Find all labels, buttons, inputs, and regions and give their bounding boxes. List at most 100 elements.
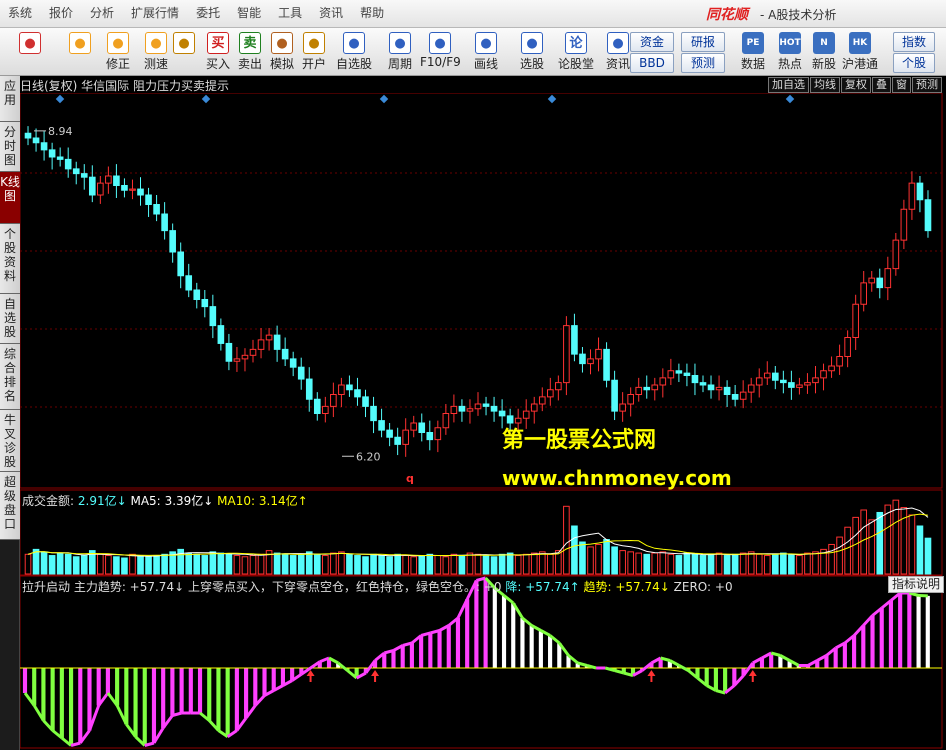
volume-bar: [659, 551, 667, 575]
volume-bar: [273, 552, 281, 575]
candle-body: [48, 149, 56, 158]
candle-body: [161, 213, 168, 232]
ma10-label: MA10:: [217, 494, 256, 508]
research-button[interactable]: 研报: [681, 32, 725, 52]
ma-button[interactable]: 均线: [810, 77, 840, 93]
volume-bar: [514, 555, 522, 575]
bbd-button[interactable]: BBD: [630, 53, 674, 73]
side-tab-2[interactable]: K线图: [0, 172, 20, 224]
toolbar-button-7[interactable]: ● 模拟: [266, 30, 298, 74]
candle-body: [193, 289, 201, 300]
index-button[interactable]: 指数: [893, 32, 935, 52]
toolbar-right-button-2[interactable]: N 新股: [806, 30, 842, 74]
menu-item[interactable]: 委托: [196, 0, 220, 26]
candle-body: [209, 306, 217, 327]
volume-bar: [739, 552, 747, 575]
side-tab-6[interactable]: 牛叉诊股: [0, 410, 20, 472]
adjust-button[interactable]: 复权: [841, 77, 871, 93]
predict-button[interactable]: 预测: [912, 77, 942, 93]
candle-body: [97, 182, 104, 196]
toolbar-button-12[interactable]: ● 画线: [466, 30, 506, 74]
side-tab-1[interactable]: 分时图: [0, 122, 20, 172]
candle-body: [289, 358, 297, 368]
toolbar-right-button-1[interactable]: HOT 热点: [772, 30, 808, 74]
menu-item[interactable]: 系统: [8, 0, 32, 26]
menu-item[interactable]: 扩展行情: [131, 0, 179, 26]
menu-item[interactable]: 工具: [278, 0, 302, 26]
toolbar-button-label: 卖出: [237, 57, 262, 71]
volume-bar: [161, 553, 168, 575]
toolbar-button-label: F10/F9: [420, 55, 461, 69]
candle-body: [490, 405, 498, 412]
stock-chart[interactable]: 8.94 6.20 q: [20, 93, 946, 750]
volume-bar: [322, 555, 329, 575]
volume-bar: [571, 525, 578, 575]
toolbar-button-6[interactable]: 卖卖出: [234, 30, 266, 74]
side-tab-0[interactable]: 应用: [0, 76, 20, 122]
toolbar-button-0[interactable]: ●: [14, 30, 46, 74]
stock-button[interactable]: 个股: [893, 53, 935, 73]
candle-body: [579, 353, 586, 365]
toolbar-button-8[interactable]: ● 开户: [298, 30, 330, 74]
volume-bar: [297, 553, 305, 575]
side-tab-4[interactable]: 自选股: [0, 294, 20, 344]
buy-icon: 买: [207, 32, 229, 54]
menu-item[interactable]: 分析: [90, 0, 114, 26]
low-label: 6.20: [356, 450, 381, 463]
menu-item[interactable]: 智能: [237, 0, 261, 26]
toolbar-button-10[interactable]: ● 周期: [380, 30, 420, 74]
side-tab-7[interactable]: 超级盘口: [0, 472, 20, 540]
toolbar-button-5[interactable]: 买买入: [202, 30, 234, 74]
forum-icon: 论: [565, 32, 587, 54]
volume-bar: [924, 537, 932, 575]
candle-body: [892, 239, 900, 270]
candle-body: [530, 403, 538, 412]
candle-body: [812, 377, 819, 384]
candle-body: [522, 410, 530, 419]
toolbar-button-14[interactable]: 论论股堂: [556, 30, 596, 74]
lock-icon: ●: [303, 32, 325, 54]
volume-bar: [410, 556, 418, 575]
menu-item[interactable]: 帮助: [360, 0, 384, 26]
toolbar-button-label: 画线: [473, 57, 498, 71]
volume-bar: [289, 555, 297, 575]
toolbar-right-label: 数据: [740, 57, 765, 71]
volume-bar: [563, 505, 570, 575]
toolbar-button-9[interactable]: ● 自选股: [334, 30, 374, 74]
candle-body: [225, 342, 233, 362]
candle-body: [402, 429, 409, 445]
volume-bar: [64, 553, 72, 575]
candle-body: [731, 394, 739, 400]
toolbar-button-11[interactable]: ● F10/F9: [420, 30, 461, 74]
volume-bar: [418, 555, 426, 575]
menu-item[interactable]: 报价: [49, 0, 73, 26]
volume-bar: [587, 546, 594, 575]
volume-bar: [354, 555, 361, 575]
candle-body: [747, 384, 755, 393]
window-button[interactable]: 窗: [892, 77, 911, 93]
candle-body: [836, 356, 843, 367]
overlay-button[interactable]: 叠: [872, 77, 891, 93]
side-tab-5[interactable]: 综合排名: [0, 344, 20, 410]
volume-bar: [434, 555, 442, 575]
toolbar-button-1[interactable]: ●: [64, 30, 96, 74]
toolbar-button-4[interactable]: ●: [168, 30, 200, 74]
candle-body: [474, 403, 482, 410]
candle-body: [908, 182, 916, 210]
volume-bar: [579, 541, 586, 575]
candle-body: [281, 348, 289, 360]
toolbar-right-button-3[interactable]: HK 沪港通: [842, 30, 878, 74]
candle-body: [185, 275, 193, 291]
add-favorite-button[interactable]: 加自选: [768, 77, 809, 93]
side-tab-3[interactable]: 个股资料: [0, 224, 20, 294]
candle-body: [217, 325, 225, 344]
toolbar-button-2[interactable]: ● 修正: [102, 30, 134, 74]
menu-item[interactable]: 资讯: [319, 0, 343, 26]
indicator-help-button[interactable]: 指标说明: [887, 576, 944, 593]
capital-button[interactable]: 资金: [630, 32, 674, 52]
volume-bar: [538, 551, 546, 575]
toolbar-right-button-0[interactable]: PE 数据: [735, 30, 771, 74]
toolbar-button-13[interactable]: ● 选股: [512, 30, 552, 74]
candle-body: [241, 354, 249, 360]
forecast-button[interactable]: 预测: [681, 53, 725, 73]
